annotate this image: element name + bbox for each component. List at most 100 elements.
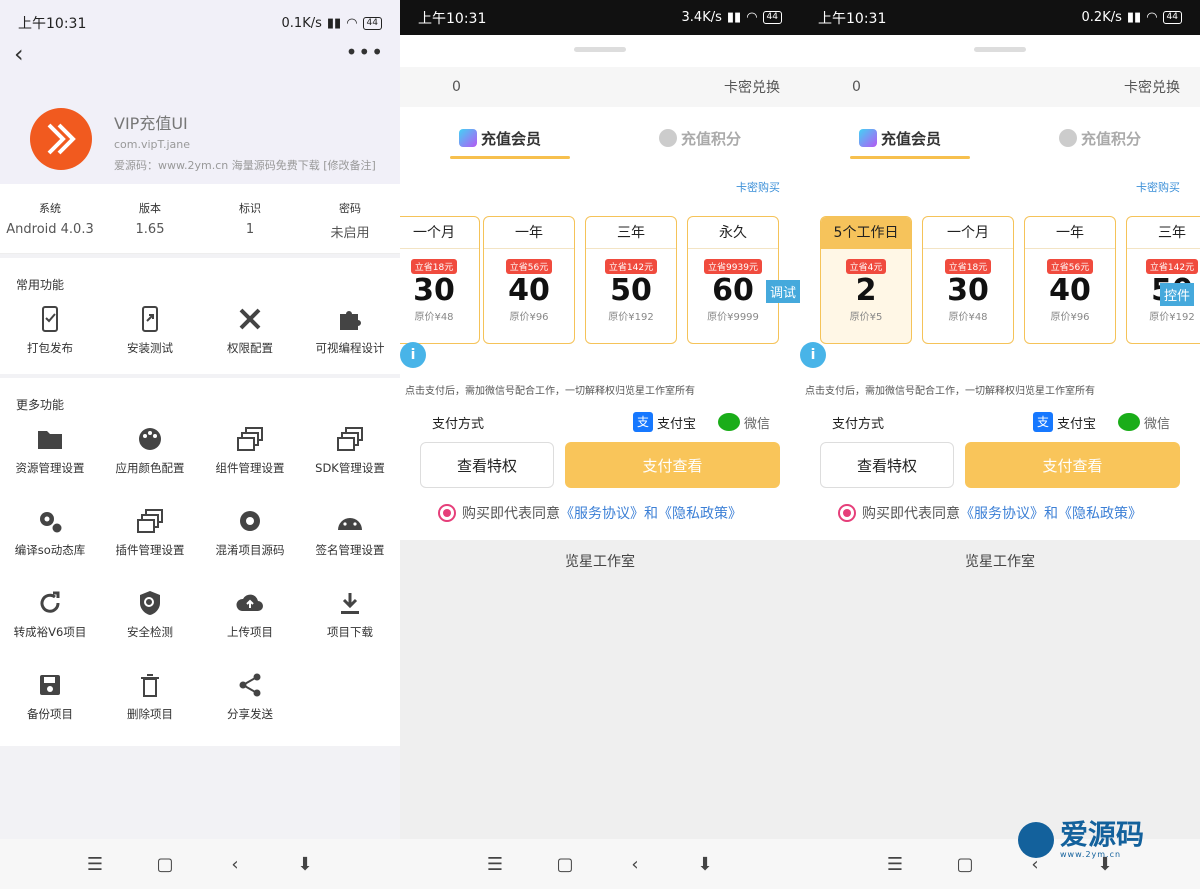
privacy-policy-link[interactable]: 《隐私政策》: [658, 503, 742, 523]
layers-icon: [135, 506, 165, 536]
plan-card[interactable]: 一个月 立省18元 30 原价¥48: [400, 216, 480, 344]
wechat-option[interactable]: 微信: [717, 413, 770, 432]
view-privileges-button[interactable]: 查看特权: [420, 442, 554, 488]
info-version: 版本 1.65: [135, 202, 165, 237]
service-agreement-link[interactable]: 《服务协议》: [560, 503, 644, 523]
home-nav-icon[interactable]: ▢: [950, 854, 980, 875]
plan-card[interactable]: 三年立省142元50原价¥192: [585, 216, 677, 344]
app-color-item[interactable]: 应用颜色配置: [100, 416, 200, 498]
payment-method-row: 支付方式 支支付宝 微信: [432, 409, 770, 435]
plan-card[interactable]: 一个月 立省18元 30 原价¥48: [922, 216, 1014, 344]
upload-project-item[interactable]: 上传项目: [200, 580, 300, 662]
back-nav-icon[interactable]: ‹: [620, 854, 650, 875]
compile-so-item[interactable]: 编译so动态库: [0, 498, 100, 580]
plan-card[interactable]: 一年 立省56元 40 原价¥96: [483, 216, 575, 344]
permission-config-item[interactable]: 权限配置: [200, 296, 300, 378]
tab-points[interactable]: 充值积分: [1000, 117, 1200, 159]
convert-v6-item[interactable]: 转成裕V6项目: [0, 580, 100, 662]
tab-points[interactable]: 充值积分: [600, 117, 800, 159]
agree-radio[interactable]: [438, 504, 456, 522]
pay-button[interactable]: 支付查看: [565, 442, 780, 488]
nav-bar: ☰ ▢ ‹ ⬇: [0, 839, 400, 889]
cloud-upload-icon: [235, 588, 265, 618]
component-settings-item[interactable]: 组件管理设置: [200, 416, 300, 498]
plan-card[interactable]: 一年 立省56元 40 原价¥96: [1024, 216, 1116, 344]
coin-bag-icon: [1058, 129, 1077, 147]
agreement-row: 购买即代表同意 《服务协议》 和 《隐私政策》: [838, 503, 1142, 523]
plugin-settings-item[interactable]: 插件管理设置: [100, 498, 200, 580]
menu-nav-icon[interactable]: ☰: [480, 854, 510, 875]
refresh-icon: [35, 588, 65, 618]
redeem-link[interactable]: 卡密兑换: [1124, 77, 1180, 97]
install-test-item[interactable]: 安装测试: [100, 296, 200, 378]
widget-tag[interactable]: 控件: [1160, 283, 1195, 306]
package-publish-item[interactable]: 打包发布: [0, 296, 100, 378]
plan-card[interactable]: 三年立省142元50原价¥192: [1126, 216, 1200, 344]
status-time: 上午10:31: [418, 10, 487, 27]
home-nav-icon[interactable]: ▢: [550, 854, 580, 875]
back-arrow-icon[interactable]: ‹: [14, 40, 24, 68]
tab-member[interactable]: 充值会员: [400, 117, 600, 159]
backup-project-item[interactable]: 备份项目: [0, 662, 100, 744]
section-title: 更多功能: [16, 398, 65, 412]
menu-nav-icon[interactable]: ☰: [880, 854, 910, 875]
privacy-policy-link[interactable]: 《隐私政策》: [1058, 503, 1142, 523]
sdk-settings-item[interactable]: SDK管理设置: [300, 416, 400, 498]
drag-handle[interactable]: [974, 47, 1026, 52]
shield-search-icon: [135, 588, 165, 618]
crown-icon: [858, 129, 877, 147]
obfuscate-item[interactable]: 混淆项目源码: [200, 498, 300, 580]
back-nav-icon[interactable]: ‹: [220, 854, 250, 875]
recharge-tabs: 充值会员 充值积分: [800, 117, 1200, 159]
agreement-row: 购买即代表同意 《服务协议》 和 《隐私政策》: [438, 503, 742, 523]
tools-icon: [235, 304, 265, 334]
debug-tag[interactable]: 调试: [766, 280, 800, 303]
gears-icon: [35, 506, 65, 536]
card-buy-link[interactable]: 卡密购买: [1136, 179, 1180, 195]
visual-design-item[interactable]: 可视编程设计: [300, 296, 400, 378]
save-icon: [35, 670, 65, 700]
more-options-icon[interactable]: •••: [346, 40, 384, 64]
redeem-link[interactable]: 卡密兑换: [724, 77, 780, 97]
balance-bar: 0 卡密兑换: [400, 67, 800, 107]
balance-value: 0: [452, 79, 461, 95]
watermark-logo: 爱源码 www.2ym.cn: [1018, 820, 1144, 859]
recharge-screen-2: 上午10:31 0.2K/s ▮▮ ◠ 44 0 卡密兑换 充值会员 充值积分 …: [800, 0, 1200, 889]
pay-button[interactable]: 支付查看: [965, 442, 1180, 488]
payment-method-row: 支付方式 支支付宝 微信: [832, 409, 1170, 435]
tab-member[interactable]: 充值会员: [800, 117, 1000, 159]
assistant-nav-icon[interactable]: ⬇: [690, 854, 720, 875]
alipay-option[interactable]: 支支付宝: [1032, 412, 1096, 432]
assistant-nav-icon[interactable]: ⬇: [290, 854, 320, 875]
home-nav-icon[interactable]: ▢: [150, 854, 180, 875]
coin-bag-icon: [658, 129, 677, 147]
info-id: 标识 1: [239, 202, 261, 237]
phone-check-icon: [35, 304, 65, 334]
view-privileges-button[interactable]: 查看特权: [820, 442, 954, 488]
app-note: 爱源码：www.2ym.cn 海量源码免费下载 [修改备注]: [114, 159, 376, 172]
net-speed: 0.1K/s: [281, 15, 322, 31]
signature-settings-item[interactable]: 签名管理设置: [300, 498, 400, 580]
info-icon[interactable]: i: [800, 342, 826, 368]
signal-icon: ▮▮: [1126, 10, 1142, 25]
wifi-icon: ◠: [1146, 10, 1158, 25]
card-buy-link[interactable]: 卡密购买: [736, 179, 780, 195]
gear-icon: [235, 506, 265, 536]
agree-radio[interactable]: [838, 504, 856, 522]
trash-icon: [135, 670, 165, 700]
share-item[interactable]: 分享发送: [200, 662, 300, 744]
service-agreement-link[interactable]: 《服务协议》: [960, 503, 1044, 523]
security-check-item[interactable]: 安全检测: [100, 580, 200, 662]
plan-card-selected[interactable]: 5个工作日 立省4元 2 原价¥5: [820, 216, 912, 344]
signal-icon: ▮▮: [326, 15, 342, 31]
info-icon[interactable]: i: [400, 342, 426, 368]
menu-nav-icon[interactable]: ☰: [80, 854, 110, 875]
delete-project-item[interactable]: 删除项目: [100, 662, 200, 744]
download-project-item[interactable]: 项目下载: [300, 580, 400, 662]
wifi-icon: ◠: [346, 15, 358, 31]
wechat-option[interactable]: 微信: [1117, 413, 1170, 432]
battery-icon: 44: [1162, 11, 1182, 24]
drag-handle[interactable]: [574, 47, 626, 52]
alipay-option[interactable]: 支支付宝: [632, 412, 696, 432]
resource-settings-item[interactable]: 资源管理设置: [0, 416, 100, 498]
